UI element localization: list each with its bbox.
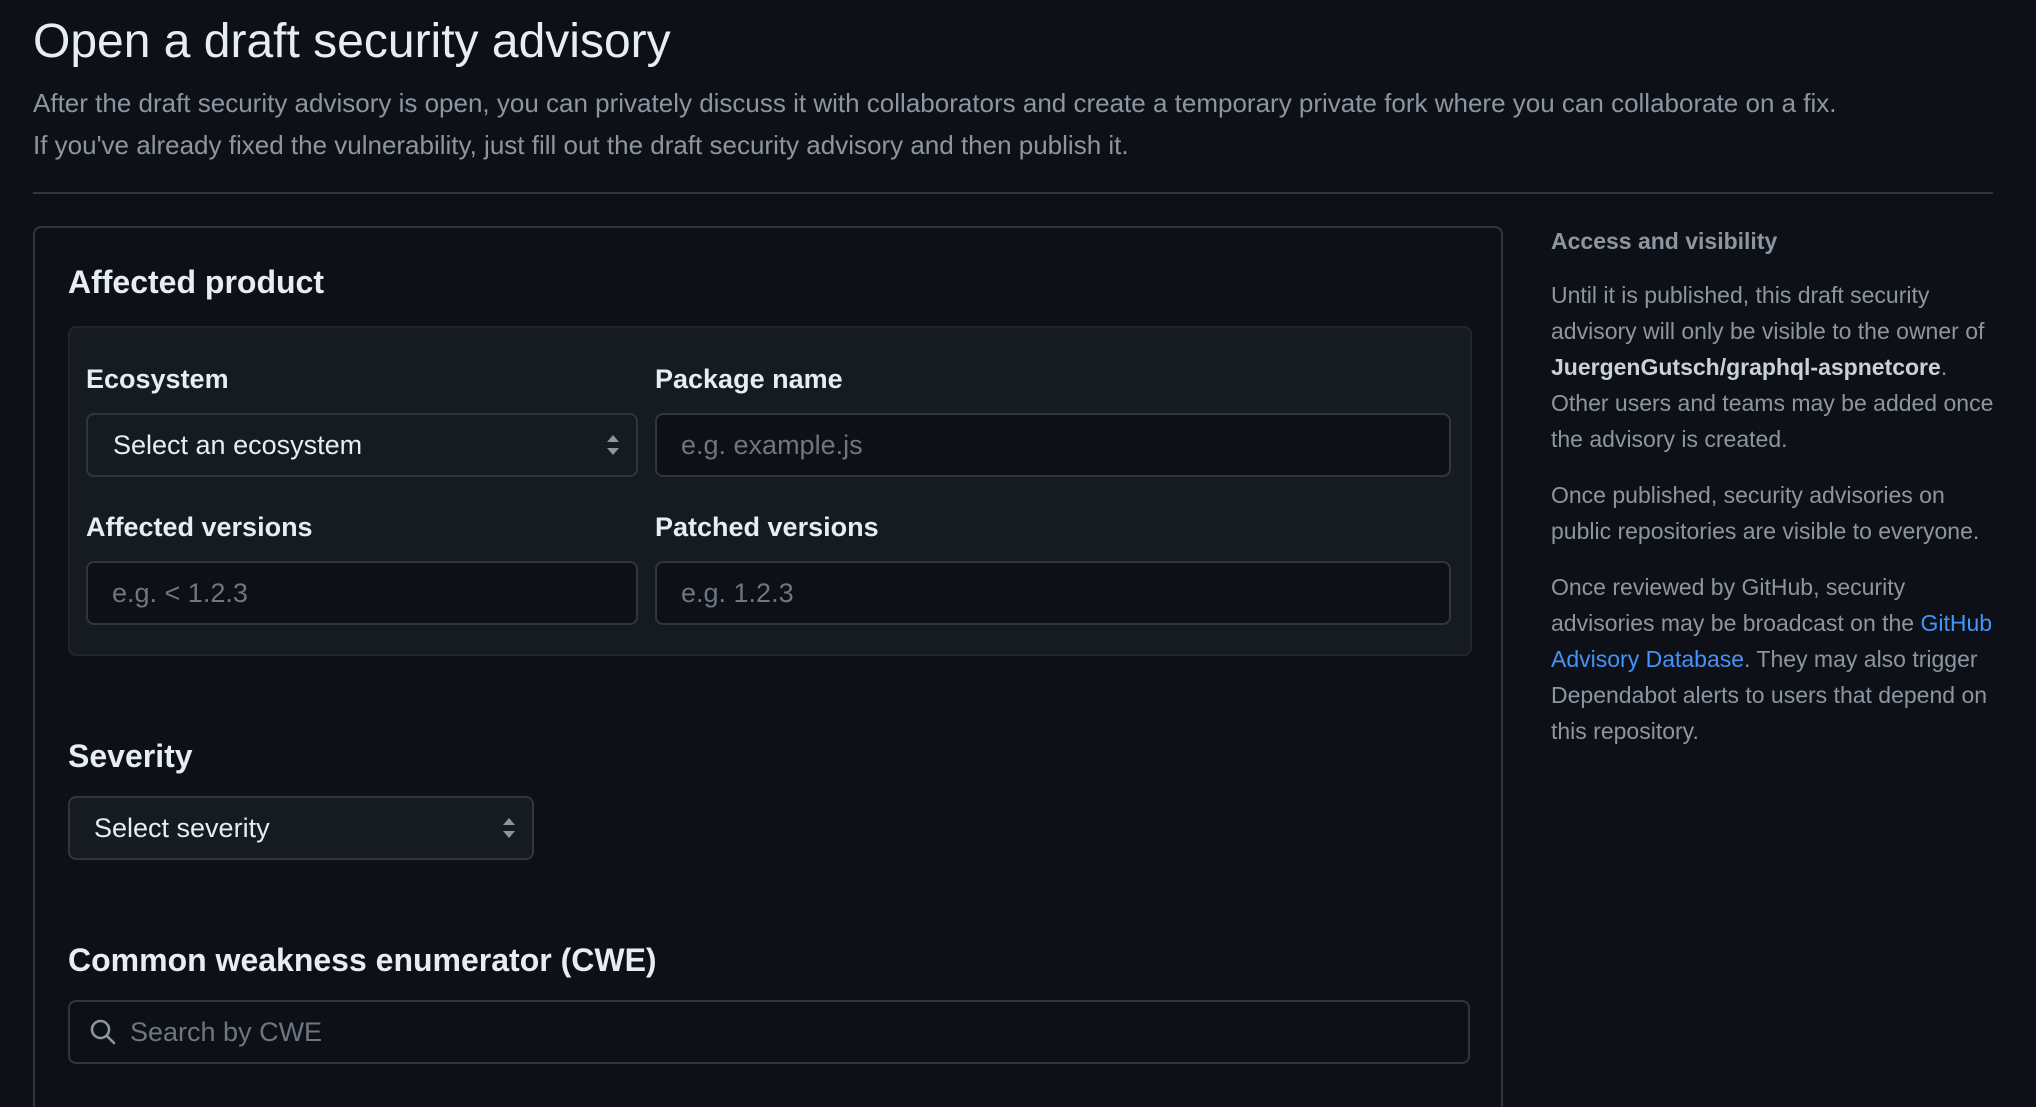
ecosystem-select-value: Select an ecosystem [113, 429, 363, 460]
cwe-search-input[interactable]: Search by CWE [68, 1000, 1470, 1064]
repository-name: JuergenGutsch/graphql-aspnetcore [1551, 354, 1941, 380]
affected-versions-placeholder: e.g. < 1.2.3 [112, 577, 248, 608]
page: Open a draft security advisory After the… [0, 0, 2036, 1107]
sidebar-p1-text: Until it is published, this draft securi… [1551, 282, 1985, 344]
sidebar-paragraph-3: Once reviewed by GitHub, security adviso… [1551, 569, 2001, 749]
severity-title: Severity [68, 738, 193, 774]
affected-product-title: Affected product [68, 264, 324, 300]
sidebar-paragraph-2: Once published, security advisories on p… [1551, 482, 1980, 544]
affected-product-box: Ecosystem Select an ecosystem Package na… [68, 326, 1472, 656]
affected-versions-label: Affected versions [86, 512, 313, 542]
affected-versions-input[interactable]: e.g. < 1.2.3 [86, 561, 638, 625]
page-description: After the draft security advisory is ope… [33, 82, 1993, 166]
ecosystem-select[interactable]: Select an ecosystem [86, 413, 638, 477]
severity-select[interactable]: Select severity [68, 796, 534, 860]
search-icon [90, 1019, 116, 1045]
select-arrows-icon [503, 818, 515, 838]
ecosystem-label: Ecosystem [86, 364, 229, 394]
sidebar-paragraph-1: Until it is published, this draft securi… [1551, 277, 2001, 457]
access-visibility-sidebar: Access and visibility Until it is publis… [1551, 228, 2001, 769]
select-arrows-icon [607, 435, 619, 455]
severity-select-value: Select severity [94, 812, 270, 843]
cwe-title: Common weakness enumerator (CWE) [68, 942, 657, 978]
sidebar-p3-text: Once reviewed by GitHub, security adviso… [1551, 574, 1921, 636]
package-name-placeholder: e.g. example.js [681, 429, 863, 460]
description-line-2: If you've already fixed the vulnerabilit… [33, 130, 1129, 160]
patched-versions-placeholder: e.g. 1.2.3 [681, 577, 794, 608]
patched-versions-input[interactable]: e.g. 1.2.3 [655, 561, 1451, 625]
header-divider [33, 192, 1993, 194]
sidebar-title: Access and visibility [1551, 228, 1778, 254]
package-name-input[interactable]: e.g. example.js [655, 413, 1451, 477]
cwe-search-placeholder: Search by CWE [130, 1016, 323, 1047]
advisory-form: Affected product Ecosystem Select an eco… [33, 226, 1503, 1107]
package-name-label: Package name [655, 364, 843, 394]
page-header: Open a draft security advisory After the… [33, 10, 1993, 166]
patched-versions-label: Patched versions [655, 512, 879, 542]
page-title: Open a draft security advisory [33, 15, 671, 68]
description-line-1: After the draft security advisory is ope… [33, 88, 1837, 118]
